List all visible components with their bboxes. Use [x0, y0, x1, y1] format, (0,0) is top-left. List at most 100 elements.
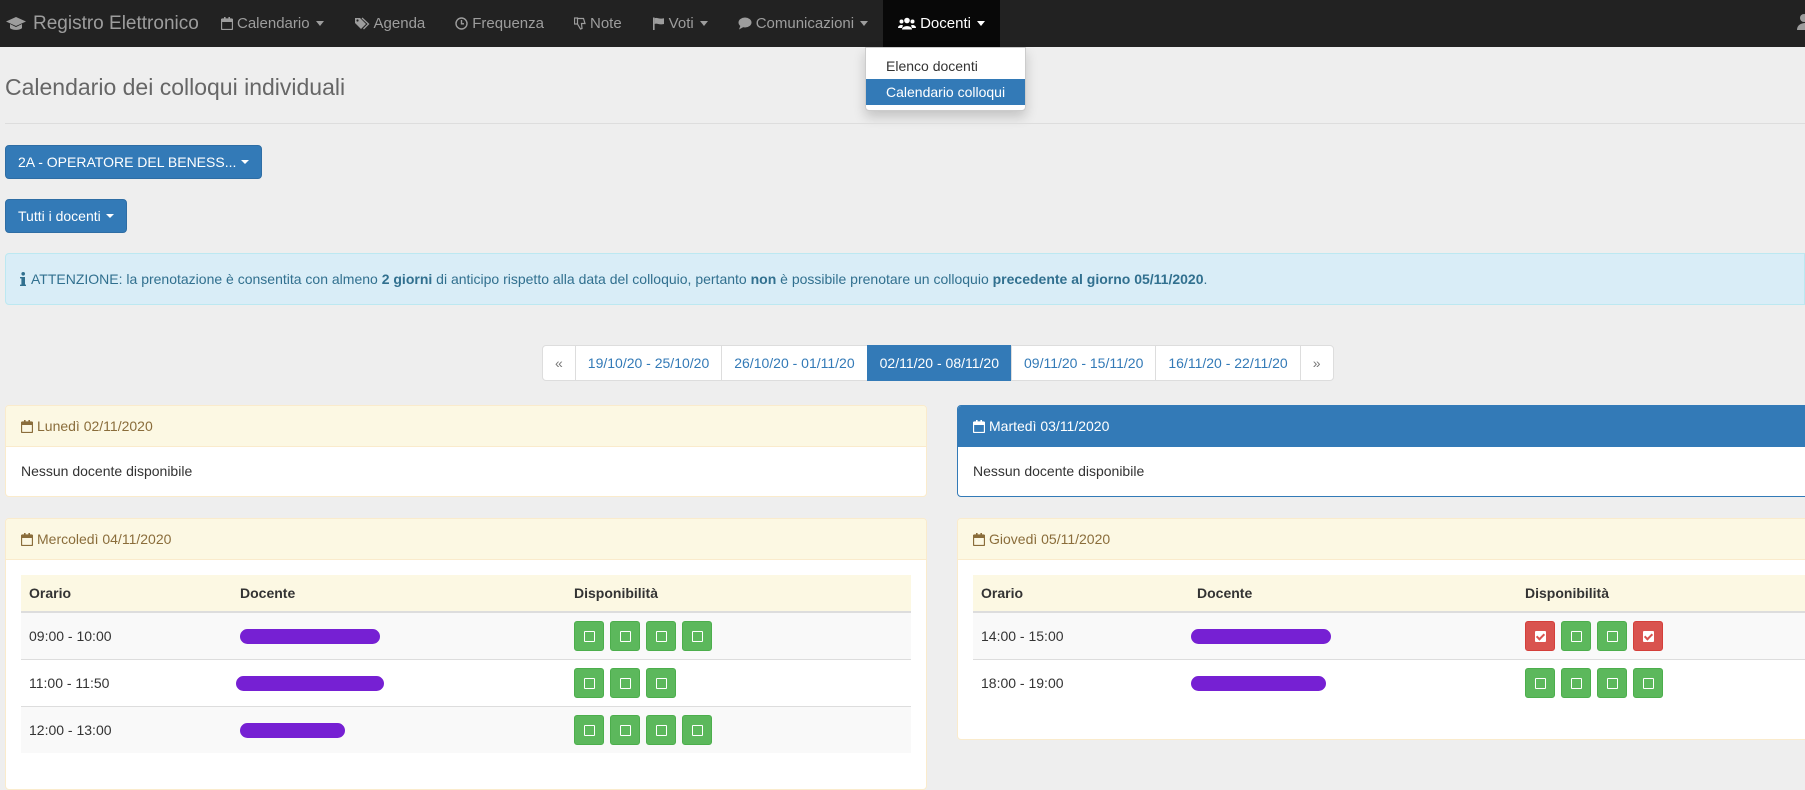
table-header-row: Orario Docente Disponibilità	[21, 575, 911, 613]
free-slot-button[interactable]	[1597, 621, 1627, 651]
empty-square-icon	[583, 724, 595, 736]
week-link[interactable]: 09/11/20 - 15/11/20	[1011, 345, 1157, 381]
week-link[interactable]: 19/10/20 - 25/10/20	[574, 345, 723, 381]
nav-comunicazioni[interactable]: Comunicazioni	[723, 0, 883, 47]
panel-heading: Martedì 03/11/2020	[958, 406, 1805, 447]
empty-square-icon	[1606, 677, 1618, 689]
free-slot-button[interactable]	[1561, 668, 1591, 698]
booked-slot-button[interactable]	[1525, 621, 1555, 651]
nav-calendario[interactable]: Calendario	[206, 0, 339, 47]
day-panel-martedi: Martedì 03/11/2020 Nessun docente dispon…	[957, 405, 1805, 497]
table-row: 18:00 - 19:00	[973, 659, 1805, 706]
brand-title: Registro Elettronico	[33, 12, 199, 34]
nav-frequenza[interactable]: Frequenza	[440, 0, 559, 47]
availability-cell	[1517, 611, 1805, 660]
free-slot-button[interactable]	[646, 621, 676, 651]
clock-icon	[455, 17, 468, 30]
class-select-label: 2A - OPERATORE DEL BENESS...	[18, 154, 237, 170]
teacher-cell	[1189, 611, 1517, 660]
slots-table: Orario Docente Disponibilità 14:00 - 15:…	[973, 575, 1805, 706]
page-title: Calendario dei colloqui individuali	[5, 74, 346, 100]
free-slot-button[interactable]	[682, 715, 712, 745]
time-cell: 11:00 - 11:50	[21, 659, 232, 707]
nav-label: Voti	[668, 15, 694, 32]
free-slot-button[interactable]	[682, 621, 712, 651]
free-slot-button[interactable]	[1561, 621, 1591, 651]
free-slot-button[interactable]	[1525, 668, 1555, 698]
booked-slot-button[interactable]	[1633, 621, 1663, 651]
next-week-link[interactable]: »	[1299, 345, 1334, 381]
nav-label: Agenda	[373, 15, 426, 32]
teacher-cell	[232, 659, 566, 707]
empty-square-icon	[691, 630, 703, 642]
availability-cell	[566, 611, 911, 660]
free-slot-button[interactable]	[1633, 668, 1663, 698]
week-pagination: « 19/10/20 - 25/10/20 26/10/20 - 01/11/2…	[542, 345, 1334, 381]
top-navbar: Registro Elettronico Calendario Agenda F…	[0, 0, 1805, 47]
time-cell: 12:00 - 13:00	[21, 706, 232, 753]
week-link[interactable]: 26/10/20 - 01/11/20	[721, 345, 868, 381]
prev-week-link[interactable]: «	[542, 345, 576, 381]
teacher-cell	[232, 611, 566, 660]
main-nav: Calendario Agenda Frequenza Note Voti Co…	[206, 0, 1000, 47]
class-select-button[interactable]: 2A - OPERATORE DEL BENESS...	[5, 145, 263, 179]
caret-down-icon	[241, 160, 250, 164]
empty-square-icon	[1534, 677, 1546, 689]
nav-note[interactable]: Note	[559, 0, 637, 47]
caret-down-icon	[976, 21, 985, 26]
nav-docenti[interactable]: Docenti	[883, 0, 1000, 47]
user-icon[interactable]	[1795, 13, 1805, 31]
comment-icon	[738, 17, 752, 30]
free-slot-button[interactable]	[610, 621, 640, 651]
free-slot-button[interactable]	[574, 668, 604, 698]
panel-heading: Lunedì 02/11/2020	[6, 406, 926, 447]
menu-item-elenco-docenti[interactable]: Elenco docenti	[866, 53, 1025, 79]
nav-label: Comunicazioni	[755, 15, 855, 32]
nav-agenda[interactable]: Agenda	[339, 0, 441, 47]
empty-square-icon	[655, 630, 667, 642]
teacher-select-button[interactable]: Tutti i docenti	[5, 199, 127, 233]
empty-square-icon	[619, 677, 631, 689]
redacted-teacher-name	[240, 723, 345, 739]
slot-buttons	[574, 668, 903, 698]
nav-voti[interactable]: Voti	[637, 0, 723, 47]
free-slot-button[interactable]	[574, 621, 604, 651]
checked-square-icon	[1642, 630, 1654, 642]
table-row: 12:00 - 13:00	[21, 706, 911, 753]
divider	[5, 123, 1805, 124]
calendar-icon	[221, 17, 233, 30]
brand[interactable]: Registro Elettronico	[5, 0, 199, 47]
free-slot-button[interactable]	[610, 668, 640, 698]
calendar-icon	[973, 532, 985, 546]
thumbs-down-icon	[573, 17, 586, 30]
day-heading: Mercoledì 04/11/2020	[37, 531, 172, 547]
free-slot-button[interactable]	[646, 715, 676, 745]
empty-square-icon	[619, 724, 631, 736]
free-slot-button[interactable]	[646, 668, 676, 698]
panel-heading: Mercoledì 04/11/2020	[6, 519, 926, 560]
caret-down-icon	[860, 21, 869, 26]
week-link[interactable]: 16/11/20 - 22/11/20	[1155, 345, 1301, 381]
teacher-cell	[232, 706, 566, 753]
menu-item-calendario-colloqui[interactable]: Calendario colloqui	[866, 79, 1025, 105]
no-teacher-message: Nessun docente disponibile	[21, 463, 193, 479]
empty-square-icon	[1570, 630, 1582, 642]
redacted-teacher-name	[236, 676, 384, 692]
day-panel-lunedi: Lunedì 02/11/2020 Nessun docente disponi…	[5, 405, 927, 497]
availability-cell	[1517, 659, 1805, 706]
free-slot-button[interactable]	[1597, 668, 1627, 698]
day-panel-giovedi: Giovedì 05/11/2020 Orario Docente Dispon…	[957, 518, 1805, 740]
table-header-row: Orario Docente Disponibilità	[973, 575, 1805, 613]
free-slot-button[interactable]	[574, 715, 604, 745]
day-panel-mercoledi: Mercoledì 04/11/2020 Orario Docente Disp…	[5, 518, 927, 790]
empty-square-icon	[655, 677, 667, 689]
calendar-icon	[973, 419, 985, 433]
free-slot-button[interactable]	[610, 715, 640, 745]
week-link-active[interactable]: 02/11/20 - 08/11/20	[866, 345, 1012, 381]
column-header-docente: Docente	[232, 575, 566, 613]
column-header-orario: Orario	[973, 575, 1189, 613]
redacted-teacher-name	[1191, 676, 1326, 692]
time-cell: 09:00 - 10:00	[21, 611, 232, 660]
graduation-cap-icon	[6, 16, 26, 30]
table-row: 14:00 - 15:00	[973, 611, 1805, 660]
